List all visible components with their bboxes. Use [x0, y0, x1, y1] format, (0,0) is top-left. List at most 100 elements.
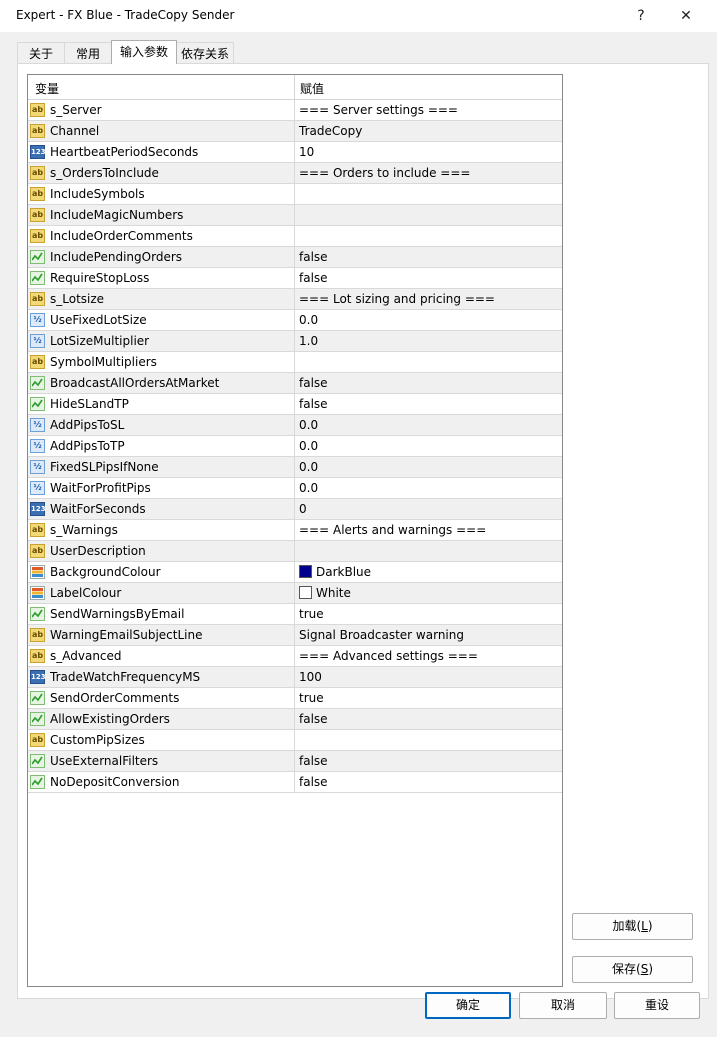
bool-type-icon — [30, 775, 45, 789]
string-type-icon: ab — [30, 544, 45, 558]
param-row-waitforseconds[interactable]: 123 WaitForSeconds 0 — [28, 499, 562, 520]
param-value[interactable]: DarkBlue — [316, 565, 371, 579]
param-row-channel[interactable]: ab Channel TradeCopy — [28, 121, 562, 142]
param-row-includemagicnumbers[interactable]: ab IncludeMagicNumbers — [28, 205, 562, 226]
integer-type-icon: 123 — [30, 670, 46, 684]
param-value[interactable]: true — [299, 691, 324, 705]
column-separator — [294, 730, 295, 751]
param-value[interactable]: false — [299, 271, 328, 285]
param-row-warningemailsubjectline[interactable]: ab WarningEmailSubjectLine Signal Broadcas… — [28, 625, 562, 646]
param-row-s-warnings[interactable]: ab s_Warnings === Alerts and warnings === — [28, 520, 562, 541]
param-value[interactable]: 0.0 — [299, 418, 318, 432]
tab-dependencies[interactable]: 依存关系 — [176, 42, 234, 64]
param-row-labelcolour[interactable]: LabelColour White — [28, 583, 562, 604]
cancel-button[interactable]: 取消 — [519, 992, 607, 1019]
help-button[interactable]: ? — [628, 4, 654, 28]
param-row-hideslandtp[interactable]: HideSLandTP false — [28, 394, 562, 415]
param-row-allowexistingorders[interactable]: AllowExistingOrders false — [28, 709, 562, 730]
param-name: UseFixedLotSize — [50, 313, 147, 327]
param-row-userdescription[interactable]: ab UserDescription — [28, 541, 562, 562]
save-button[interactable]: 保存(S) — [572, 956, 693, 983]
param-value[interactable]: true — [299, 607, 324, 621]
tab-inputs[interactable]: 输入参数 — [111, 40, 177, 64]
param-value[interactable]: White — [316, 586, 351, 600]
reset-button[interactable]: 重设 — [614, 992, 700, 1019]
param-row-requirestoploss[interactable]: RequireStopLoss false — [28, 268, 562, 289]
param-row-s-lotsize[interactable]: ab s_Lotsize === Lot sizing and pricing ==… — [28, 289, 562, 310]
param-row-addpipstotp[interactable]: ½ AddPipsToTP 0.0 — [28, 436, 562, 457]
column-separator — [294, 541, 295, 562]
bool-type-icon — [30, 250, 45, 264]
param-row-nodepositconversion[interactable]: NoDepositConversion false — [28, 772, 562, 793]
param-value[interactable]: false — [299, 250, 328, 264]
param-value[interactable]: false — [299, 775, 328, 789]
param-row-includesymbols[interactable]: ab IncludeSymbols — [28, 184, 562, 205]
param-row-includependingorders[interactable]: IncludePendingOrders false — [28, 247, 562, 268]
bool-type-icon — [30, 271, 45, 285]
param-row-s-orderstoinclude[interactable]: ab s_OrdersToInclude === Orders to include… — [28, 163, 562, 184]
color-swatch[interactable] — [299, 565, 312, 578]
param-value[interactable]: Signal Broadcaster warning — [299, 628, 464, 642]
double-type-icon: ½ — [30, 481, 45, 495]
param-value[interactable]: false — [299, 376, 328, 390]
inputs-grid[interactable]: 变量 赋值 ab s_Server === Server settings === a… — [27, 74, 563, 987]
param-row-fixedslpipsifnone[interactable]: ½ FixedSLPipsIfNone 0.0 — [28, 457, 562, 478]
param-row-lotsizemultiplier[interactable]: ½ LotSizeMultiplier 1.0 — [28, 331, 562, 352]
param-value[interactable]: false — [299, 754, 328, 768]
param-row-broadcastallordersatmarket[interactable]: BroadcastAllOrdersAtMarket false — [28, 373, 562, 394]
param-value[interactable]: TradeCopy — [299, 124, 362, 138]
param-row-s-advanced[interactable]: ab s_Advanced === Advanced settings === — [28, 646, 562, 667]
param-row-symbolmultipliers[interactable]: ab SymbolMultipliers — [28, 352, 562, 373]
param-row-sendwarningsbyemail[interactable]: SendWarningsByEmail true — [28, 604, 562, 625]
param-name: UserDescription — [50, 544, 146, 558]
param-row-useexternalfilters[interactable]: UseExternalFilters false — [28, 751, 562, 772]
load-button[interactable]: 加载(L) — [572, 913, 693, 940]
column-separator — [294, 625, 295, 646]
param-name: NoDepositConversion — [50, 775, 180, 789]
tab-about[interactable]: 关于 — [17, 42, 65, 64]
param-value[interactable]: === Advanced settings === — [299, 649, 478, 663]
param-value[interactable]: === Server settings === — [299, 103, 458, 117]
param-value[interactable]: 1.0 — [299, 334, 318, 348]
param-value[interactable]: 0.0 — [299, 313, 318, 327]
string-type-icon: ab — [30, 355, 45, 369]
param-row-s-server[interactable]: ab s_Server === Server settings === — [28, 100, 562, 121]
string-type-icon: ab — [30, 229, 45, 243]
param-row-tradewatchfrequencyms[interactable]: 123 TradeWatchFrequencyMS 100 — [28, 667, 562, 688]
param-value[interactable]: 0.0 — [299, 481, 318, 495]
param-row-usefixedlotsize[interactable]: ½ UseFixedLotSize 0.0 — [28, 310, 562, 331]
param-value[interactable]: 100 — [299, 670, 322, 684]
param-name: s_Warnings — [50, 523, 118, 537]
column-separator — [294, 436, 295, 457]
param-value[interactable]: false — [299, 397, 328, 411]
param-row-includeordercomments[interactable]: ab IncludeOrderComments — [28, 226, 562, 247]
param-value[interactable]: 0 — [299, 502, 307, 516]
param-name: WaitForProfitPips — [50, 481, 151, 495]
param-row-backgroundcolour[interactable]: BackgroundColour DarkBlue — [28, 562, 562, 583]
param-row-heartbeatperiodseconds[interactable]: 123 HeartbeatPeriodSeconds 10 — [28, 142, 562, 163]
tab-common[interactable]: 常用 — [64, 42, 112, 64]
header-variable[interactable]: 变量 — [35, 80, 59, 97]
color-swatch[interactable] — [299, 586, 312, 599]
param-row-sendordercomments[interactable]: SendOrderComments true — [28, 688, 562, 709]
column-separator — [294, 583, 295, 604]
param-row-addpipstosl[interactable]: ½ AddPipsToSL 0.0 — [28, 415, 562, 436]
bool-type-icon — [30, 607, 45, 621]
param-value[interactable]: === Orders to include === — [299, 166, 470, 180]
param-value[interactable]: 10 — [299, 145, 314, 159]
bool-type-icon — [30, 712, 45, 726]
param-value[interactable]: 0.0 — [299, 439, 318, 453]
bool-type-icon — [30, 376, 45, 390]
column-separator — [294, 331, 295, 352]
header-value[interactable]: 赋值 — [300, 80, 324, 97]
param-value[interactable]: false — [299, 712, 328, 726]
param-value[interactable]: 0.0 — [299, 460, 318, 474]
column-separator — [294, 205, 295, 226]
param-row-waitforprofitpips[interactable]: ½ WaitForProfitPips 0.0 — [28, 478, 562, 499]
column-separator — [294, 226, 295, 247]
param-row-custompipsizes[interactable]: ab CustomPipSizes — [28, 730, 562, 751]
ok-button[interactable]: 确定 — [425, 992, 511, 1019]
close-button[interactable]: ✕ — [673, 4, 699, 28]
param-value[interactable]: === Alerts and warnings === — [299, 523, 486, 537]
param-value[interactable]: === Lot sizing and pricing === — [299, 292, 495, 306]
